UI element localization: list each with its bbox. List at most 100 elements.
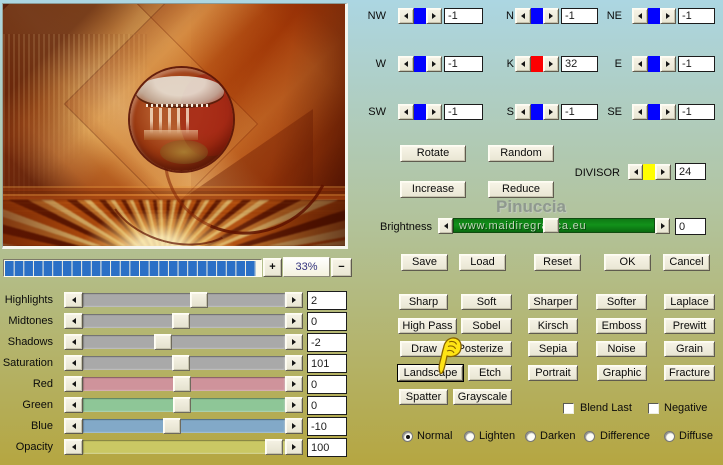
slider-shadows-increment-button[interactable] [285,334,303,350]
effect-high-pass-button[interactable]: High Pass [398,318,457,334]
slider-highlights-track[interactable] [83,293,285,307]
spinner-w-increment-button[interactable] [426,56,442,72]
spinner-sw-decrement-button[interactable] [398,104,414,120]
slider-opacity-decrement-button[interactable] [64,439,83,455]
effect-grayscale-button[interactable]: Grayscale [453,389,512,405]
slider-red-decrement-button[interactable] [64,376,83,392]
cancel-button[interactable]: Cancel [663,254,710,271]
random-button[interactable]: Random [488,145,554,162]
effect-kirsch-button[interactable]: Kirsch [528,318,578,334]
divisor-increment-button[interactable] [655,164,671,180]
effect-sepia-button[interactable]: Sepia [528,341,578,357]
checkbox-negative[interactable] [648,403,659,414]
spinner-s-decrement-button[interactable] [515,104,531,120]
spinner-e-thumb[interactable] [648,56,660,72]
spinner-nw-thumb[interactable] [414,8,426,24]
effect-prewitt-button[interactable]: Prewitt [664,318,715,334]
spinner-n-increment-button[interactable] [543,8,559,24]
slider-shadows-decrement-button[interactable] [64,334,83,350]
slider-opacity-increment-button[interactable] [285,439,303,455]
spinner-se-increment-button[interactable] [660,104,676,120]
load-button[interactable]: Load [459,254,506,271]
spinner-nw-decrement-button[interactable] [398,8,414,24]
slider-midtones-increment-button[interactable] [285,313,303,329]
spinner-ne-decrement-button[interactable] [632,8,648,24]
slider-opacity-thumb[interactable] [265,439,283,455]
effect-fracture-button[interactable]: Fracture [664,365,715,381]
effect-portrait-button[interactable]: Portrait [528,365,578,381]
spinner-e-decrement-button[interactable] [632,56,648,72]
rotate-button[interactable]: Rotate [400,145,466,162]
spinner-se-value-field[interactable]: -1 [678,104,715,120]
spinner-e-increment-button[interactable] [660,56,676,72]
spinner-n-decrement-button[interactable] [515,8,531,24]
spinner-k-increment-button[interactable] [543,56,559,72]
slider-saturation-decrement-button[interactable] [64,355,83,371]
spinner-sw-increment-button[interactable] [426,104,442,120]
effect-sobel-button[interactable]: Sobel [461,318,512,334]
divisor-decrement-button[interactable] [628,164,643,180]
slider-saturation-value-field[interactable]: 101 [307,354,347,373]
brightness-value-field[interactable]: 0 [675,218,706,235]
effect-grain-button[interactable]: Grain [664,341,715,357]
spinner-ne-value-field[interactable]: -1 [678,8,715,24]
effect-graphic-button[interactable]: Graphic [597,365,647,381]
slider-shadows-track[interactable] [83,335,285,349]
brightness-thumb[interactable] [543,218,559,233]
slider-shadows-value-field[interactable]: -2 [307,333,347,352]
slider-blue-value-field[interactable]: -10 [307,417,347,436]
spinner-sw-thumb[interactable] [414,104,426,120]
radio-lighten[interactable] [464,431,475,442]
slider-green-value-field[interactable]: 0 [307,396,347,415]
effect-sharp-button[interactable]: Sharp [399,294,448,310]
slider-opacity-value-field[interactable]: 100 [307,438,347,457]
spinner-e-value-field[interactable]: -1 [678,56,715,72]
radio-diffuse[interactable] [664,431,675,442]
effect-sharper-button[interactable]: Sharper [528,294,578,310]
spinner-k-decrement-button[interactable] [515,56,531,72]
divisor-value-field[interactable]: 24 [675,163,706,180]
increase-button[interactable]: Increase [400,181,466,198]
spinner-ne-thumb[interactable] [648,8,660,24]
slider-red-increment-button[interactable] [285,376,303,392]
effect-noise-button[interactable]: Noise [596,341,647,357]
effect-spatter-button[interactable]: Spatter [399,389,448,405]
slider-red-value-field[interactable]: 0 [307,375,347,394]
spinner-se-decrement-button[interactable] [632,104,648,120]
spinner-s-increment-button[interactable] [543,104,559,120]
zoom-out-button[interactable]: − [331,258,352,277]
slider-green-thumb[interactable] [173,397,191,413]
checkbox-blend-last[interactable] [563,403,574,414]
slider-opacity-track[interactable] [83,440,285,454]
slider-blue-decrement-button[interactable] [64,418,83,434]
spinner-se-thumb[interactable] [648,104,660,120]
ok-button[interactable]: OK [604,254,651,271]
slider-highlights-thumb[interactable] [190,292,208,308]
slider-saturation-increment-button[interactable] [285,355,303,371]
effect-etch-button[interactable]: Etch [468,365,512,381]
slider-highlights-value-field[interactable]: 2 [307,291,347,310]
spinner-n-thumb[interactable] [531,8,543,24]
slider-blue-thumb[interactable] [163,418,181,434]
slider-saturation-thumb[interactable] [172,355,190,371]
slider-red-thumb[interactable] [173,376,191,392]
slider-blue-increment-button[interactable] [285,418,303,434]
zoom-in-button[interactable]: + [263,258,282,277]
slider-midtones-decrement-button[interactable] [64,313,83,329]
radio-normal[interactable] [402,431,413,442]
effect-soft-button[interactable]: Soft [461,294,512,310]
slider-highlights-increment-button[interactable] [285,292,303,308]
spinner-nw-increment-button[interactable] [426,8,442,24]
reset-button[interactable]: Reset [534,254,581,271]
spinner-k-thumb[interactable] [531,56,543,72]
spinner-w-decrement-button[interactable] [398,56,414,72]
spinner-s-thumb[interactable] [531,104,543,120]
spinner-w-thumb[interactable] [414,56,426,72]
brightness-increment-button[interactable] [655,218,670,234]
slider-shadows-thumb[interactable] [154,334,172,350]
radio-difference[interactable] [584,431,595,442]
reduce-button[interactable]: Reduce [488,181,554,198]
radio-darken[interactable] [525,431,536,442]
save-button[interactable]: Save [401,254,448,271]
divisor-thumb[interactable] [643,164,655,180]
